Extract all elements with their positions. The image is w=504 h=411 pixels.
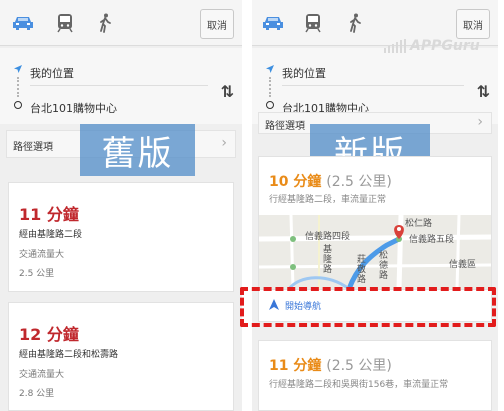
walk-icon[interactable] — [338, 8, 372, 38]
highlight-box — [240, 287, 496, 327]
map-label-road3: 松仁路 — [405, 219, 433, 229]
route-road: 經由基隆路二段和松壽路 — [19, 350, 119, 360]
chevron-right-icon: › — [221, 135, 227, 151]
map-label-road5: 莊敬路 — [357, 255, 367, 285]
destination-icon — [266, 101, 274, 109]
cancel-button[interactable]: 取消 — [200, 9, 234, 39]
origin-field[interactable]: 我的位置 — [30, 65, 74, 81]
route-summary: 行經基隆路二段和吳興街156巷，車流量正常 — [269, 380, 449, 390]
origin-field[interactable]: 我的位置 — [282, 65, 326, 81]
route-distance: 2.5 公里 — [19, 269, 55, 279]
watermark-text: APPGuru — [410, 38, 480, 54]
destination-icon — [14, 101, 22, 109]
divider — [30, 85, 208, 86]
destination-field[interactable]: 台北101購物中心 — [30, 100, 117, 116]
route-map[interactable]: 信義路四段 信義路五段 信義區 松仁路 基隆路 莊敬路 松德路 — [259, 215, 491, 289]
route-summary: 行經基隆路二段，車流量正常 — [269, 195, 387, 205]
route-options-label: 路徑選項 — [13, 142, 53, 153]
route-time-value: 11 分鐘 — [269, 358, 322, 374]
watermark: APPGuru — [384, 38, 480, 54]
route-card[interactable]: 12 分鐘 經由基隆路二段和松壽路 交通流量大 2.8 公里 — [8, 302, 234, 411]
route-endpoints: 我的位置 台北101購物中心 ⇅ — [0, 48, 242, 124]
route-time: 10 分鐘 (2.5 公里) — [269, 171, 392, 191]
map-label-district: 信義區 — [449, 260, 477, 270]
divider — [282, 85, 464, 86]
route-distance: (2.5 公里) — [326, 358, 392, 374]
transit-icon[interactable] — [296, 8, 330, 38]
route-traffic: 交通流量大 — [19, 250, 65, 260]
route-dots — [17, 77, 19, 97]
location-arrow-icon — [266, 65, 274, 73]
map-label-road2: 信義路五段 — [409, 235, 455, 245]
signal-bars-icon — [384, 39, 406, 53]
route-card[interactable]: 11 分鐘 經由基隆路二段 交通流量大 2.5 公里 — [8, 182, 234, 292]
map-graphic — [259, 215, 491, 289]
route-distance: (2.5 公里) — [326, 174, 392, 190]
cancel-button[interactable]: 取消 — [456, 9, 490, 39]
route-traffic: 交通流量大 — [19, 370, 65, 380]
route-distance: 2.8 公里 — [19, 389, 55, 399]
route-time: 12 分鐘 — [19, 325, 79, 344]
map-label-road6: 松德路 — [379, 251, 389, 281]
new-version-panel: 取消 我的位置 台北101購物中心 ⇅ 路徑選項 › 新版 10 分鐘 (2.5… — [252, 0, 498, 411]
route-card[interactable]: 11 分鐘 (2.5 公里) 行經基隆路二段和吳興街156巷，車流量正常 — [258, 340, 492, 411]
route-dots — [269, 77, 271, 97]
old-version-panel: 取消 我的位置 台北101購物中心 ⇅ 路徑選項 › 舊版 11 分鐘 經由基隆… — [0, 0, 242, 411]
map-label-road1: 信義路四段 — [305, 232, 351, 242]
swap-icon[interactable]: ⇅ — [477, 82, 490, 101]
route-time: 11 分鐘 (2.5 公里) — [269, 355, 392, 375]
travel-mode-bar: 取消 — [0, 0, 242, 46]
route-time: 11 分鐘 — [19, 205, 79, 224]
route-road: 經由基隆路二段 — [19, 230, 83, 240]
car-icon[interactable] — [6, 8, 40, 38]
chevron-right-icon: › — [477, 114, 483, 130]
swap-icon[interactable]: ⇅ — [221, 82, 234, 101]
route-time-value: 10 分鐘 — [269, 174, 322, 190]
location-arrow-icon — [14, 65, 22, 73]
old-version-label: 舊版 — [80, 124, 195, 176]
route-options-label: 路徑選項 — [265, 121, 305, 132]
transit-icon[interactable] — [48, 8, 82, 38]
map-label-road4: 基隆路 — [323, 245, 333, 275]
car-icon[interactable] — [256, 8, 290, 38]
walk-icon[interactable] — [88, 8, 122, 38]
